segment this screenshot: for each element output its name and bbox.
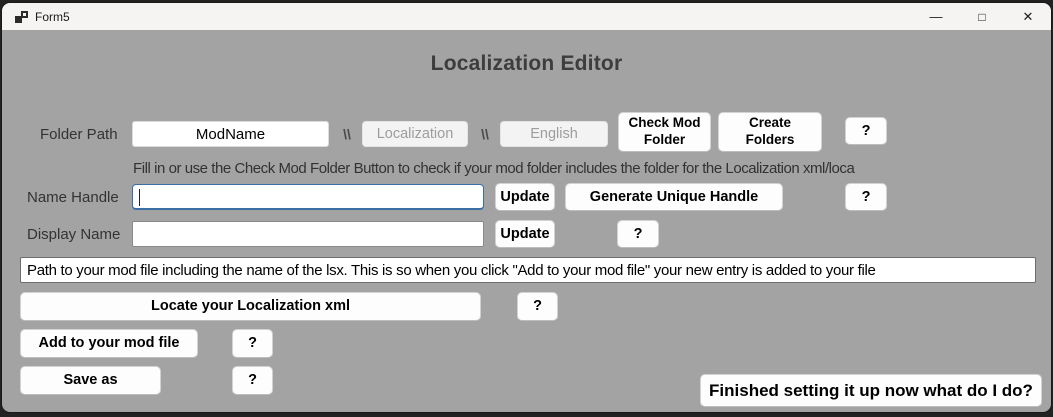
mod-file-path-input[interactable] [20, 257, 1036, 283]
folder-path-help-button[interactable]: ? [845, 117, 887, 145]
page-title: Localization Editor [2, 52, 1051, 76]
form5-window: Form5 — □ ✕ Localization Editor Folder P… [2, 3, 1051, 412]
name-handle-label: Name Handle [27, 184, 119, 210]
window-controls: — □ ✕ [913, 3, 1051, 30]
add-help-button[interactable]: ? [232, 329, 273, 358]
display-name-label: Display Name [27, 221, 120, 247]
folder-helper-text: Fill in or use the Check Mod Folder Butt… [133, 160, 854, 177]
locate-localization-xml-button[interactable]: Locate your Localization xml [20, 292, 481, 321]
name-handle-update-button[interactable]: Update [495, 183, 555, 211]
display-name-help-button[interactable]: ? [617, 220, 659, 248]
localization-folder-input [362, 121, 468, 147]
display-name-input[interactable] [132, 221, 484, 247]
window-title: Form5 [35, 10, 70, 24]
create-folders-button[interactable]: Create Folders [718, 112, 822, 152]
finished-setup-button[interactable]: Finished setting it up now what do I do? [700, 374, 1042, 407]
save-help-button[interactable]: ? [232, 366, 273, 395]
mod-name-input[interactable] [132, 121, 329, 147]
display-name-update-button[interactable]: Update [495, 220, 555, 248]
name-handle-input[interactable] [132, 184, 484, 210]
name-handle-help-button[interactable]: ? [845, 183, 887, 211]
title-bar: Form5 — □ ✕ [2, 3, 1051, 30]
generate-unique-handle-button[interactable]: Generate Unique Handle [565, 183, 783, 211]
maximize-icon[interactable]: □ [959, 3, 1005, 30]
locate-help-button[interactable]: ? [517, 292, 558, 321]
path-separator: \\ [474, 121, 496, 147]
form-icon [15, 11, 28, 23]
minimize-icon[interactable]: — [913, 3, 959, 30]
folder-path-label: Folder Path [40, 121, 118, 147]
save-as-button[interactable]: Save as [20, 366, 161, 395]
check-mod-folder-button[interactable]: Check Mod Folder [618, 112, 711, 152]
english-folder-input [500, 121, 608, 147]
path-separator: \\ [336, 121, 358, 147]
close-icon[interactable]: ✕ [1005, 3, 1051, 30]
text-caret [139, 189, 140, 206]
add-to-mod-file-button[interactable]: Add to your mod file [20, 329, 198, 358]
